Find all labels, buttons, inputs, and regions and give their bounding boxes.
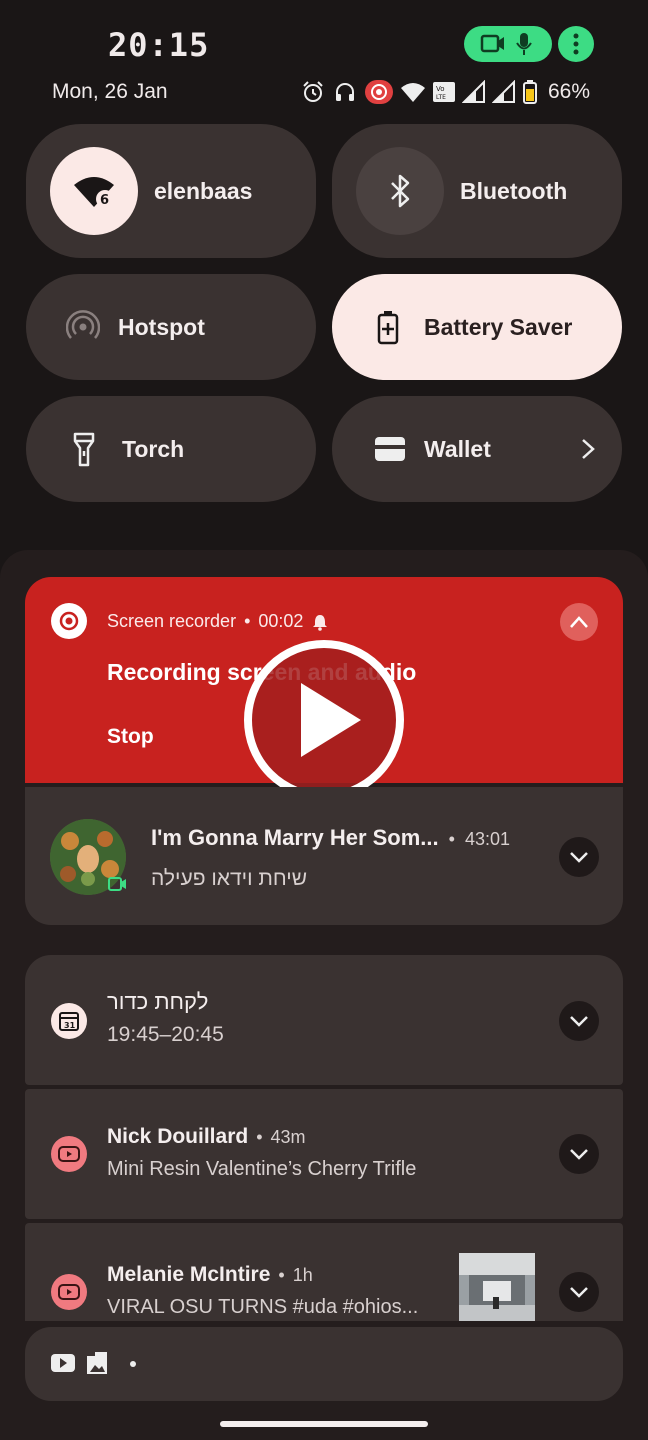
headphones-icon (336, 83, 354, 101)
more-options-icon[interactable] (558, 26, 594, 62)
svg-text:LTE: LTE (436, 94, 446, 101)
hotspot-tile-label: Hotspot (118, 313, 205, 340)
battery-level: 66% (548, 80, 591, 103)
svg-text:31: 31 (64, 1021, 76, 1030)
reminder-time: 19:45–20:45 (107, 1023, 224, 1046)
screen-record-app-icon (51, 603, 87, 639)
collapsed-notifications[interactable] (25, 1327, 623, 1401)
tile-wallet[interactable]: Wallet (332, 396, 622, 502)
chevron-down-icon (570, 1016, 588, 1027)
torch-icon (73, 432, 95, 467)
tile-battery-saver[interactable]: Battery Saver (332, 274, 622, 380)
expand-button[interactable] (559, 837, 599, 877)
youtube-icon (51, 1136, 87, 1172)
youtube-header: Melanie McIntire • 1h (107, 1263, 313, 1286)
svg-text:6: 6 (100, 193, 109, 208)
call-status: שיחת וידאו פעילה (151, 867, 308, 890)
screen-record-icon (365, 80, 393, 104)
bluetooth-icon (356, 147, 444, 235)
call-duration: 43:01 (464, 829, 510, 849)
collapse-button[interactable] (560, 603, 598, 641)
post-age: 1h (292, 1265, 313, 1285)
youtube-notification[interactable]: Melanie McIntire • 1h VIRAL OSU TURNS #u… (25, 1223, 623, 1321)
tile-hotspot[interactable]: Hotspot (26, 274, 316, 380)
battery-saver-tile-label: Battery Saver (424, 313, 573, 340)
chevron-down-icon (570, 852, 588, 863)
recorder-elapsed: 00:02 (258, 611, 304, 631)
signal-icon (462, 80, 485, 103)
camera-icon (480, 34, 504, 53)
wallet-icon (375, 437, 405, 461)
video-thumbnail (459, 1253, 535, 1321)
tile-bluetooth[interactable]: Bluetooth (332, 124, 622, 258)
video-title: VIRAL OSU TURNS #uda #ohios... (107, 1296, 419, 1318)
stop-button[interactable]: Stop (107, 725, 154, 749)
expand-button[interactable] (559, 1001, 599, 1041)
video-call-badge-icon (108, 877, 126, 891)
photo-icon (87, 1352, 107, 1374)
battery-icon (523, 80, 537, 104)
privacy-indicator[interactable] (464, 26, 552, 62)
wifi-tile-icon: 6 (50, 147, 138, 235)
svg-text:Vo: Vo (436, 85, 445, 93)
microphone-icon (516, 33, 532, 55)
bluetooth-tile-label: Bluetooth (460, 177, 568, 204)
clock[interactable]: 20:15 (108, 26, 209, 64)
date[interactable]: Mon, 26 Jan (52, 80, 168, 104)
status-icons: Vo LTE 66% (300, 78, 590, 106)
recorder-header: Screen recorder • 00:02 (107, 611, 329, 632)
chevron-down-icon (570, 1149, 588, 1160)
youtube-header: Nick Douillard • 43m (107, 1125, 306, 1148)
chevron-down-icon (570, 1287, 588, 1298)
expand-button[interactable] (559, 1134, 599, 1174)
chevron-right-icon (582, 439, 595, 459)
youtube-notification[interactable]: Nick Douillard • 43m Mini Resin Valentin… (25, 1089, 623, 1219)
gesture-handle[interactable] (220, 1421, 428, 1427)
contact-name: I'm Gonna Marry Her Som... (151, 825, 439, 850)
reminder-title: לקחת כדור (107, 989, 209, 1014)
youtube-small-icon (51, 1354, 75, 1372)
tile-torch[interactable]: Torch (26, 396, 316, 502)
torch-tile-label: Torch (122, 435, 185, 462)
signal-icon-2 (492, 80, 515, 103)
battery-saver-icon (377, 311, 399, 345)
calendar-notification[interactable]: 31 לקחת כדור 19:45–20:45 (25, 955, 623, 1085)
alert-bell-icon (313, 614, 328, 631)
calendar-icon: 31 (51, 1003, 87, 1039)
video-call-notification[interactable]: I'm Gonna Marry Her Som... • 43:01 שיחת … (25, 787, 623, 925)
video-call-header: I'm Gonna Marry Her Som... • 43:01 (151, 825, 510, 850)
youtube-icon (51, 1274, 87, 1310)
channel-name: Nick Douillard (107, 1125, 249, 1148)
play-overlay-button[interactable] (243, 639, 405, 801)
more-dot (130, 1361, 136, 1367)
tile-wifi[interactable]: 6 elenbaas (26, 124, 316, 258)
chevron-up-icon (570, 616, 588, 628)
volte-icon: VoLTE (433, 82, 455, 102)
wallet-tile-label: Wallet (424, 435, 491, 462)
wifi-tile-label: elenbaas (154, 177, 253, 204)
video-title: Mini Resin Valentine’s Cherry Trifle (107, 1158, 417, 1180)
wifi-icon (401, 83, 425, 102)
hotspot-icon (66, 310, 100, 339)
play-icon (244, 640, 404, 800)
recorder-app-name: Screen recorder (107, 611, 237, 631)
channel-name: Melanie McIntire (107, 1263, 271, 1286)
expand-button[interactable] (559, 1272, 599, 1312)
post-age: 43m (270, 1127, 306, 1147)
alarm-icon (303, 81, 323, 102)
